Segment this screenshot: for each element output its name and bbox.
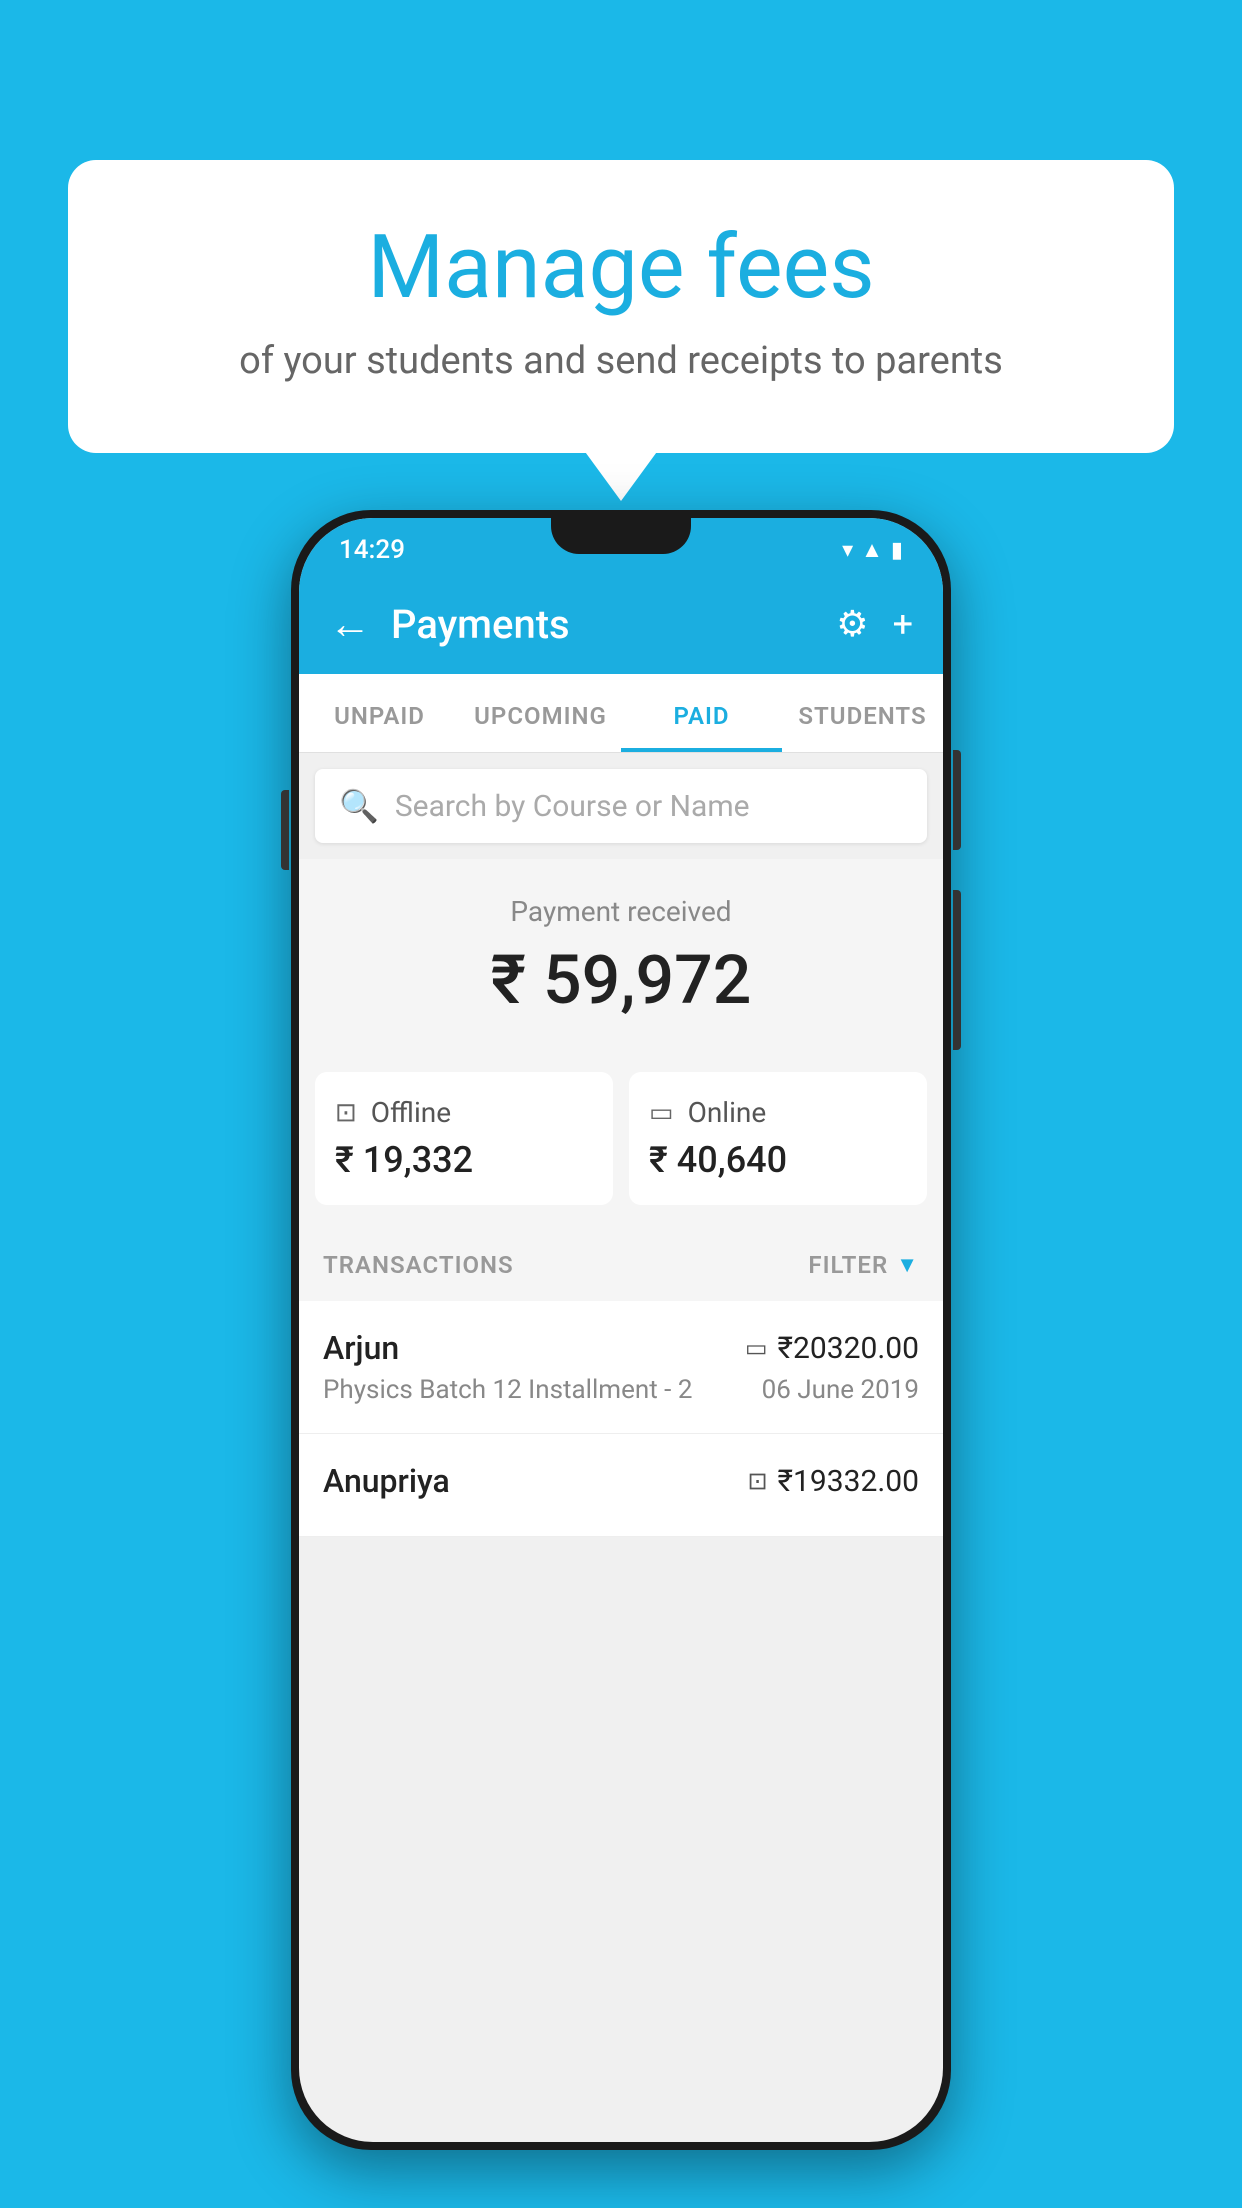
transaction-amount-col: ⊡ ₹19332.00 [747,1464,919,1499]
transaction-row: Arjun ▭ ₹20320.00 Physics Batch 12 Insta… [299,1301,943,1434]
offline-card-header: ⊡ Offline [335,1096,593,1129]
cash-payment-icon: ⊡ [747,1467,767,1495]
tab-students[interactable]: STUDENTS [782,674,943,752]
speech-bubble-section: Manage fees of your students and send re… [68,160,1174,453]
search-icon: 🔍 [339,787,379,825]
phone-notch [551,518,691,554]
card-payment-icon: ▭ [745,1334,768,1362]
tab-paid[interactable]: PAID [621,674,782,752]
settings-button[interactable]: ⚙ [836,603,868,645]
online-card-amount: ₹ 40,640 [649,1139,907,1181]
bubble-title: Manage fees [148,220,1094,317]
offline-card: ⊡ Offline ₹ 19,332 [315,1072,613,1205]
tab-upcoming[interactable]: UPCOMING [460,674,621,752]
online-icon: ▭ [649,1098,674,1128]
add-button[interactable]: + [893,603,913,645]
tabs-bar: UNPAID UPCOMING PAID STUDENTS [299,674,943,753]
signal-icon: ▲ [861,537,883,563]
transaction-amount: ₹19332.00 [778,1464,919,1499]
phone-side-button-right-2 [953,890,961,1050]
offline-icon: ⊡ [335,1098,357,1128]
status-time: 14:29 [339,535,405,565]
transactions-header: TRANSACTIONS FILTER ▼ [299,1229,943,1301]
filter-button[interactable]: FILTER ▼ [808,1251,919,1279]
online-card-header: ▭ Online [649,1096,907,1129]
back-button[interactable]: ← [329,600,371,649]
offline-card-label: Offline [371,1096,451,1129]
online-card-label: Online [688,1096,767,1129]
payment-received-section: Payment received ₹ 59,972 [299,859,943,1072]
offline-card-amount: ₹ 19,332 [335,1139,593,1181]
transaction-row-top: Arjun ▭ ₹20320.00 [323,1329,919,1367]
transaction-name: Anupriya [323,1462,450,1500]
tab-unpaid[interactable]: UNPAID [299,674,460,752]
transaction-row-bottom: Physics Batch 12 Installment - 2 06 June… [323,1375,919,1405]
online-card: ▭ Online ₹ 40,640 [629,1072,927,1205]
transactions-label: TRANSACTIONS [323,1251,514,1279]
transaction-description: Physics Batch 12 Installment - 2 [323,1375,692,1405]
phone-mockup: 14:29 ▾ ▲ ▮ ← Payments ⚙ + UNPAID UPCOMI… [291,510,951,2150]
status-icons: ▾ ▲ ▮ [842,537,903,563]
transaction-row: Anupriya ⊡ ₹19332.00 [299,1434,943,1537]
phone-side-button-left [281,790,289,870]
transaction-amount-col: ▭ ₹20320.00 [745,1331,919,1366]
search-bar[interactable]: 🔍 Search by Course or Name [315,769,927,843]
search-placeholder: Search by Course or Name [395,789,750,824]
filter-text: FILTER [808,1251,888,1279]
transaction-amount: ₹20320.00 [778,1331,919,1366]
wifi-icon: ▾ [842,538,853,563]
transaction-name: Arjun [323,1329,399,1367]
app-bar: ← Payments ⚙ + [299,574,943,674]
phone-screen: 14:29 ▾ ▲ ▮ ← Payments ⚙ + UNPAID UPCOMI… [299,518,943,2142]
bubble-subtitle: of your students and send receipts to pa… [148,339,1094,383]
filter-icon: ▼ [896,1252,919,1278]
payment-received-amount: ₹ 59,972 [323,940,919,1020]
transaction-date: 06 June 2019 [762,1375,919,1405]
battery-icon: ▮ [891,538,903,563]
transaction-row-top: Anupriya ⊡ ₹19332.00 [323,1462,919,1500]
phone-side-button-right-1 [953,750,961,850]
app-bar-actions: ⚙ + [836,603,913,645]
payment-received-label: Payment received [323,895,919,928]
payment-cards: ⊡ Offline ₹ 19,332 ▭ Online ₹ 40,640 [299,1072,943,1229]
speech-bubble: Manage fees of your students and send re… [68,160,1174,453]
app-bar-title: Payments [391,601,816,648]
